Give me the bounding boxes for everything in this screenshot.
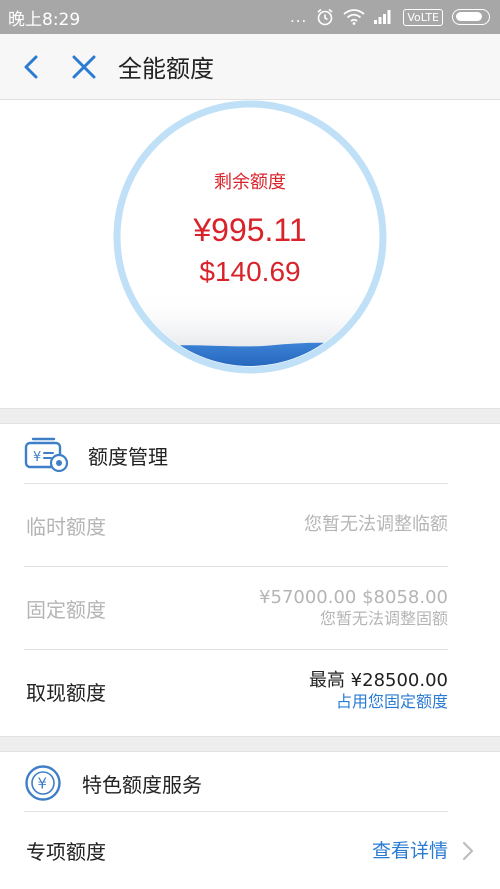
svg-text:¥: ¥: [33, 450, 41, 465]
quota-management-title: 额度管理: [88, 444, 168, 469]
special-item-quota-row[interactable]: 专项额度 查看详情: [0, 812, 500, 889]
fixed-quota-note: 您暂无法调整固额: [319, 609, 448, 628]
back-button[interactable]: [8, 43, 56, 91]
page-title: 全能额度: [118, 55, 214, 83]
cash-quota-note-link[interactable]: 占用您固定额度: [336, 692, 448, 712]
cash-quota-row[interactable]: 取现额度 最高 ¥28500.00 占用您固定额度: [0, 650, 500, 732]
remaining-quota-usd: $140.69: [199, 256, 301, 287]
nav-bar: 全能额度: [0, 34, 500, 100]
temporary-quota-row[interactable]: 临时额度 您暂无法调整临额: [0, 484, 500, 566]
temporary-quota-label: 临时额度: [26, 514, 106, 539]
fixed-quota-label: 固定额度: [26, 597, 106, 622]
close-button[interactable]: [60, 43, 108, 91]
quota-management-section: ¥ 额度管理 临时额度 您暂无法调整临额 固定额度 ¥57000.00 $805…: [0, 424, 500, 736]
special-item-quota-info: 查看详情: [372, 812, 448, 889]
alarm-icon: [317, 8, 333, 26]
cash-quota-value: 最高 ¥28500.00: [308, 670, 448, 691]
remaining-quota-label: 剩余额度: [214, 172, 286, 193]
battery-icon: [452, 9, 490, 25]
special-item-quota-label: 专项额度: [26, 840, 106, 864]
special-quota-title: 特色额度服务: [82, 772, 202, 797]
cash-quota-label: 取现额度: [26, 680, 106, 705]
temporary-quota-info: 您暂无法调整临额: [304, 484, 448, 566]
status-bar: 晚上8:29 ... VoLTE: [0, 0, 500, 34]
status-icons: ... VoLTE: [290, 8, 490, 26]
wifi-icon: [343, 9, 365, 25]
temporary-quota-note: 您暂无法调整临额: [304, 514, 448, 535]
remaining-quota-rmb: ¥995.11: [193, 212, 307, 248]
signal-icon: [374, 10, 391, 24]
fixed-quota-row[interactable]: 固定额度 ¥57000.00 $8058.00 您暂无法调整固额: [0, 567, 500, 649]
fixed-quota-value: ¥57000.00 $8058.00: [259, 587, 448, 608]
yen-card-gear-icon: ¥: [24, 437, 69, 473]
volte-badge: VoLTE: [403, 8, 443, 26]
chevron-left-icon: [24, 55, 38, 78]
view-details-link[interactable]: 查看详情: [372, 840, 448, 862]
section-gap: [0, 736, 500, 752]
quota-management-header: ¥ 额度管理: [0, 424, 500, 486]
chevron-right-icon: [462, 841, 474, 861]
more-dots-icon: ...: [290, 8, 308, 26]
special-quota-section: ¥ 特色额度服务 专项额度 查看详情: [0, 752, 500, 889]
cash-quota-info: 最高 ¥28500.00 占用您固定额度: [309, 650, 448, 732]
section-gap: [0, 408, 500, 424]
special-quota-header: ¥ 特色额度服务: [0, 752, 500, 814]
svg-text:¥: ¥: [38, 775, 48, 793]
quota-panel: 剩余额度 ¥995.11 $140.69: [0, 100, 500, 408]
close-icon: [72, 55, 96, 78]
yen-coin-icon: ¥: [25, 765, 61, 801]
fixed-quota-info: ¥57000.00 $8058.00 您暂无法调整固额: [259, 567, 448, 649]
status-time: 晚上8:29: [8, 9, 81, 30]
